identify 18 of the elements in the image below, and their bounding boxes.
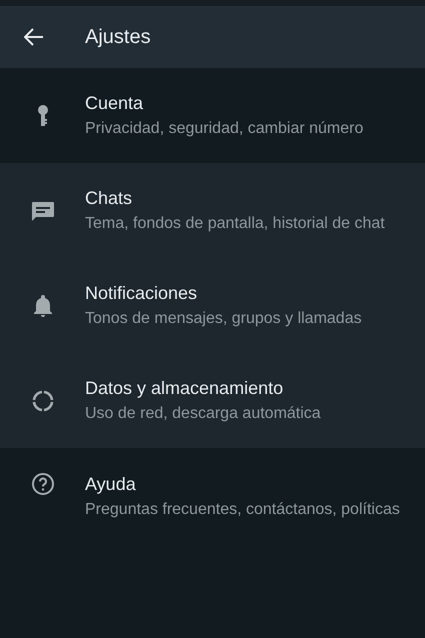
item-subtitle: Privacidad, seguridad, cambiar número [85,119,364,139]
bell-icon [32,294,52,318]
item-title: Ayuda [85,473,137,496]
item-subtitle: Preguntas frecuentes, contáctanos, políticas [85,500,400,520]
item-subtitle: Tema, fondos de pantalla, historial de chat [85,214,385,234]
item-title: Notificaciones [85,282,198,305]
item-title: Chats [85,187,134,210]
message-icon [30,200,54,220]
settings-item[interactable]: Cuenta Privacidad, seguridad, cambiar número [0,68,425,163]
back-arrow-icon [24,28,44,46]
help-icon [30,472,54,496]
item-subtitle: Tonos de mensajes, grupos y llamadas [85,309,362,329]
item-title: Cuenta [85,92,144,115]
item-title: Datos y almacenamiento [85,377,284,400]
screen-title: Ajustes [85,26,151,48]
item-subtitle: Uso de red, descarga automática [85,404,321,424]
settings-item[interactable]: Ayuda Preguntas frecuentes, contáctanos, políticas [0,448,425,638]
key-icon [36,104,48,126]
